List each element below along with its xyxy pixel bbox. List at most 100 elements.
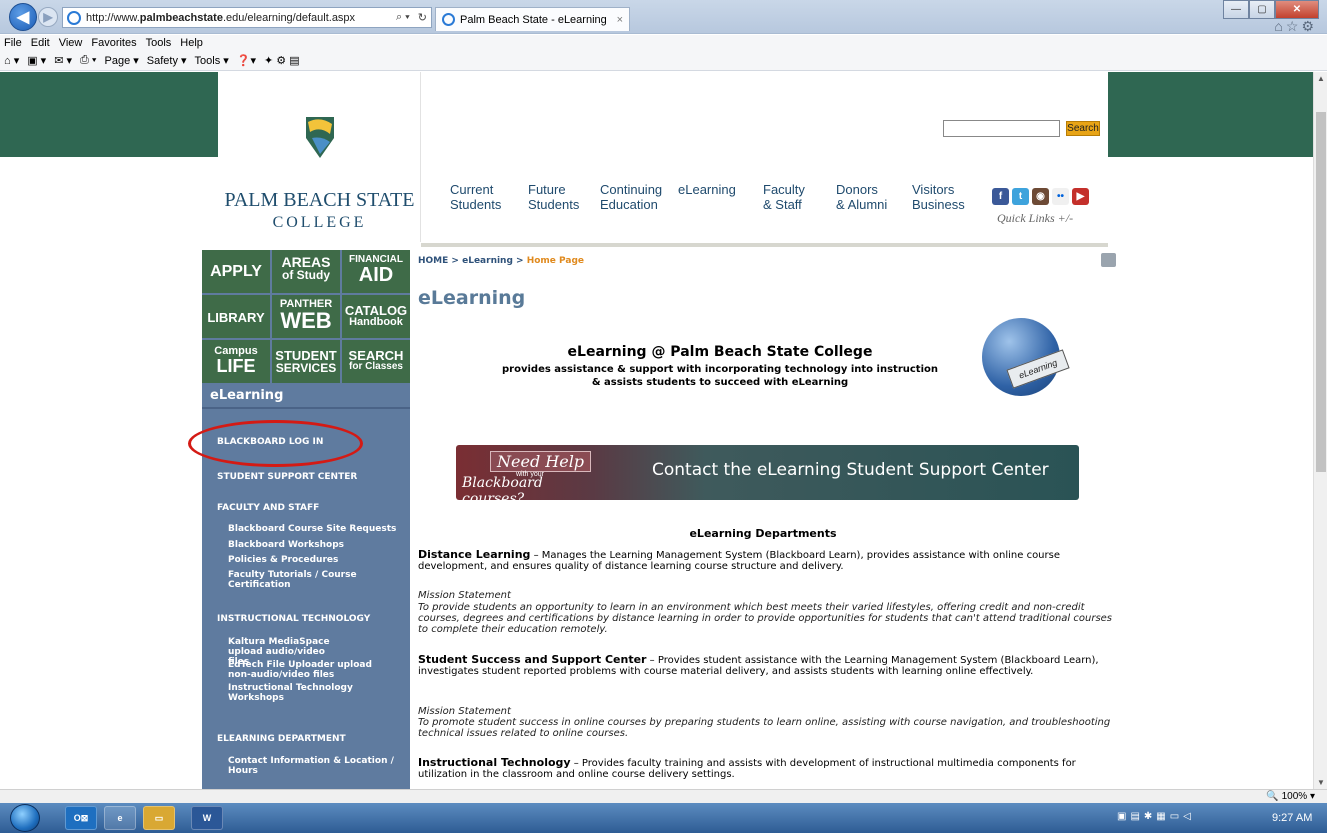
nav-continuing-education[interactable]: Continuing Education (600, 182, 662, 212)
scroll-thumb[interactable] (1316, 112, 1326, 472)
system-tray-icons[interactable]: ▣▤✱▦▭◁ (1117, 811, 1195, 822)
ie-taskbar-icon[interactable]: e (104, 806, 136, 830)
maximize-button[interactable]: ▢ (1249, 0, 1275, 19)
safety-menu[interactable]: Safety ▾ (147, 54, 187, 67)
tile-campus-life[interactable]: Campus LIFE (202, 340, 270, 383)
menu-help[interactable]: Help (180, 37, 203, 49)
mail-icon[interactable]: ✉ ▾ (54, 54, 72, 67)
vertical-scrollbar[interactable]: ▲ ▼ (1313, 72, 1327, 789)
tile-financial-aid[interactable]: FINANCIAL AID (342, 250, 410, 293)
refresh-icon[interactable]: ↻ (414, 11, 431, 24)
back-button[interactable]: ◀ (9, 3, 37, 31)
feeds-icon[interactable]: ▣ ▾ (27, 54, 46, 67)
sidebar-link-blackboard-workshops[interactable]: Blackboard Workshops (228, 540, 406, 550)
tile-sublabel: for Classes (349, 361, 403, 372)
sidebar-student-support-center[interactable]: STUDENT SUPPORT CENTER (217, 472, 357, 482)
ie-icon (442, 13, 455, 26)
home-icon[interactable]: ⌂ ▾ (4, 54, 19, 67)
nav-label: Donors (836, 182, 878, 197)
zoom-level[interactable]: 🔍 100% ▾ (1266, 791, 1315, 802)
gear-icon[interactable]: ⚙ (1301, 18, 1317, 34)
nav-label: Current (450, 182, 494, 197)
menu-tools[interactable]: Tools (146, 37, 172, 49)
help-icon[interactable]: ❓▾ (237, 54, 256, 67)
nav-donors-alumni[interactable]: Donors & Alumni (836, 182, 887, 212)
tile-student-services[interactable]: STUDENT SERVICES (272, 340, 340, 383)
mission-label: Mission Statement (418, 706, 511, 717)
tile-label: AREAS (281, 254, 331, 270)
address-bar[interactable]: http://www.palmbeachstate.edu/elearning/… (62, 7, 432, 28)
utility-nav[interactable]: Home | Contact Us | Jobs | People Finder… (453, 122, 807, 134)
window-controls: — ▢ ✕ (1223, 0, 1319, 19)
sidebar-blackboard-login[interactable]: BLACKBOARD LOG IN (217, 437, 323, 447)
favorites-star-icon[interactable]: ☆ (1286, 18, 1302, 34)
tile-panther-web[interactable]: PANTHER WEB (272, 295, 340, 338)
minimize-button[interactable]: — (1223, 0, 1249, 19)
print-icon[interactable]: ⎙ ▾ (80, 54, 96, 67)
menu-file[interactable]: File (4, 37, 22, 49)
site-search-button[interactable]: Search (1066, 121, 1100, 136)
nav-elearning[interactable]: eLearning (678, 182, 736, 197)
nav-label: Students (528, 197, 580, 212)
close-window-button[interactable]: ✕ (1275, 0, 1319, 19)
word-taskbar-icon[interactable]: W (191, 806, 223, 830)
sidebar-link-policies[interactable]: Policies & Procedures (228, 555, 406, 565)
explorer-taskbar-icon[interactable]: ▭ (143, 806, 175, 830)
nav-current-students[interactable]: Current Students (450, 182, 501, 212)
breadcrumb-home[interactable]: HOME (418, 256, 448, 266)
breadcrumb-sep: > (512, 256, 527, 266)
twitter-icon[interactable]: t (1012, 188, 1029, 205)
menu-favorites[interactable]: Favorites (91, 37, 136, 49)
sidebar-link-faculty-tutorials[interactable]: Faculty Tutorials / Course Certification (228, 570, 378, 590)
tile-search-classes[interactable]: SEARCH for Classes (342, 340, 410, 383)
page-menu[interactable]: Page ▾ (105, 54, 139, 67)
clock: 9:27 AM (1272, 812, 1313, 824)
nav-faculty-staff[interactable]: Faculty & Staff (763, 182, 805, 212)
scroll-down-icon[interactable]: ▼ (1317, 778, 1325, 787)
ss-mission: To promote student success in online cou… (418, 717, 1111, 739)
home-icon[interactable]: ⌂ (1274, 18, 1285, 34)
forward-button[interactable]: ▶ (38, 7, 58, 27)
site-search-input[interactable] (943, 120, 1060, 137)
tile-catalog-handbook[interactable]: CATALOG Handbook (342, 295, 410, 338)
tile-sublabel: Handbook (349, 316, 403, 328)
help-badge: Need Help with your Blackboard courses? (462, 449, 605, 507)
facebook-icon[interactable]: f (992, 188, 1009, 205)
menu-edit[interactable]: Edit (31, 37, 50, 49)
sidebar-faculty-and-staff[interactable]: FACULTY AND STAFF (217, 503, 319, 513)
sidebar-link-course-site-requests[interactable]: Blackboard Course Site Requests (228, 524, 406, 534)
instagram-icon[interactable]: ◉ (1032, 188, 1049, 205)
flickr-icon[interactable]: •• (1052, 188, 1069, 205)
sidebar-instructional-technology[interactable]: INSTRUCTIONAL TECHNOLOGY (217, 614, 370, 624)
outlook-taskbar-icon[interactable]: O⊠ (65, 806, 97, 830)
sidebar-link-it-workshops[interactable]: Instructional Technology Workshops (228, 683, 378, 703)
menu-view[interactable]: View (59, 37, 83, 49)
nav-future-students[interactable]: Future Students (528, 182, 579, 212)
sidebar-elearning-department[interactable]: ELEARNING DEPARTMENT (217, 734, 346, 744)
tab-elearning[interactable]: Palm Beach State - eLearning × (435, 7, 630, 31)
scroll-up-icon[interactable]: ▲ (1317, 74, 1325, 83)
printer-icon[interactable] (1101, 253, 1116, 267)
nav-visitors-business[interactable]: Visitors Business (912, 182, 965, 212)
help-banner[interactable]: Need Help with your Blackboard courses? … (456, 445, 1079, 507)
status-bar: 🔍 100% ▾ (0, 789, 1327, 803)
close-tab-icon[interactable]: × (617, 14, 623, 26)
browser-titlebar: ◀ ▶ http://www.palmbeachstate.edu/elearn… (0, 0, 1327, 34)
dept-student-success: Student Success and Support Center – Pro… (418, 654, 1113, 677)
sidebar-link-edtech-uploader[interactable]: EdTech File Uploader upload non-audio/vi… (228, 660, 378, 680)
research-icon[interactable]: ✦ ⚙ ▤ (264, 54, 300, 67)
dept-name: Student Success and Support Center (418, 653, 647, 666)
search-dropdown-icon[interactable]: ⌕ ▾ (392, 11, 414, 24)
tile-areas-of-study[interactable]: AREAS of Study (272, 250, 340, 293)
college-logo[interactable]: PALM BEACH STATE COLLEGE (218, 72, 421, 242)
quick-links-toggle[interactable]: Quick Links +/- (997, 211, 1073, 226)
tools-menu[interactable]: Tools ▾ (195, 54, 229, 67)
youtube-icon[interactable]: ▶ (1072, 188, 1089, 205)
sidebar-link-contact-info[interactable]: Contact Information & Location / Hours (228, 756, 403, 776)
start-button[interactable] (10, 804, 40, 832)
tile-apply[interactable]: APPLY (202, 250, 270, 293)
tile-library[interactable]: LIBRARY (202, 295, 270, 338)
ie-icon (67, 10, 81, 25)
breadcrumb-elearning[interactable]: eLearning (462, 256, 513, 266)
dept-name: Instructional Technology (418, 756, 571, 769)
